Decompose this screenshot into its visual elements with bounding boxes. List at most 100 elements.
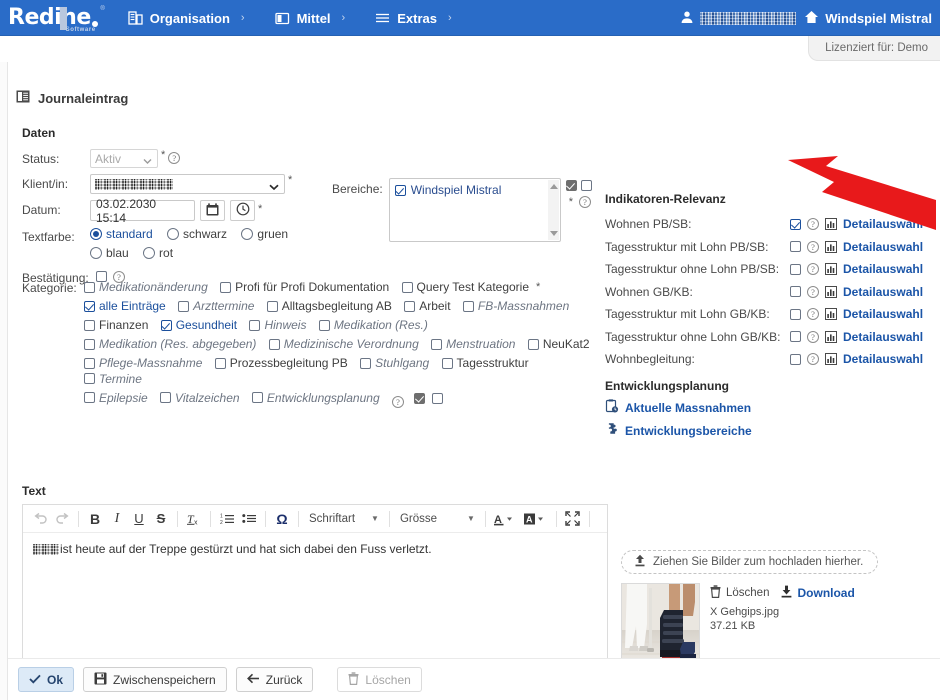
loeschen-button[interactable]: Löschen — [337, 667, 422, 692]
kategorie-item-neukat2[interactable]: NeuKat2 — [527, 337, 590, 351]
ordered-list-icon[interactable]: 12 — [216, 508, 238, 530]
indikator-help-icon[interactable]: ? — [807, 240, 819, 253]
datum-input[interactable]: 03.02.2030 15:14 — [90, 197, 195, 225]
indikator-help-icon[interactable]: ? — [807, 285, 819, 298]
indikator-checkbox[interactable] — [790, 331, 801, 343]
text-color-icon[interactable]: A — [491, 508, 521, 530]
font-family-dropdown[interactable]: Schriftart ▼ — [304, 513, 384, 525]
entwicklungsbereiche-link[interactable]: Entwicklungsbereiche — [605, 422, 905, 439]
redline-logo[interactable]: Redine ® Software — [8, 6, 105, 33]
calendar-button[interactable] — [200, 200, 225, 221]
kategorie-item-vitalzeichen[interactable]: Vitalzeichen — [160, 391, 240, 405]
detailauswahl-link[interactable]: Detailauswahl — [843, 240, 923, 254]
kategorie-item-arzttermine[interactable]: Arzttermine — [178, 299, 254, 313]
kategorie-select-all-checkbox[interactable] — [414, 393, 426, 404]
textfarbe-option-standard[interactable]: standard — [90, 227, 153, 241]
kategorie-select-none-checkbox[interactable] — [431, 393, 443, 404]
indikator-label: Wohnen PB/SB: — [605, 217, 692, 232]
redo-icon[interactable] — [51, 508, 73, 530]
indikator-checkbox[interactable] — [790, 286, 801, 298]
bereiche-scrollbar[interactable] — [547, 180, 559, 240]
kategorie-item-alltagsbegleitung-ab[interactable]: Alltagsbegleitung AB — [266, 299, 392, 313]
detailauswahl-link[interactable]: Detailauswahl — [843, 217, 923, 231]
bereiche-listbox[interactable]: Windspiel Mistral — [388, 178, 561, 242]
textfarbe-option-blau[interactable]: blau — [90, 246, 129, 260]
nav-item-mittel[interactable]: Mittel › — [274, 11, 345, 26]
zwischenspeichern-button[interactable]: Zwischenspeichern — [83, 667, 227, 692]
kategorie-item-query-test-kategorie[interactable]: Query Test Kategorie * — [401, 280, 544, 294]
indikator-checkbox[interactable] — [790, 263, 801, 275]
indikator-help-icon[interactable]: ? — [807, 218, 819, 231]
indikator-checkbox[interactable] — [790, 241, 801, 253]
nav-item-extras[interactable]: Extras › — [375, 11, 452, 26]
kategorie-item-medikationaenderung[interactable]: Medikationänderung — [84, 280, 208, 294]
italic-button[interactable]: I — [106, 508, 128, 530]
kategorie-item-epilepsie[interactable]: Epilepsie — [84, 391, 148, 405]
kategorie-item-entwicklungsplanung[interactable]: Entwicklungsplanung — [251, 391, 380, 405]
kategorie-item-fb-massnahmen[interactable]: FB-Massnahmen — [462, 299, 569, 313]
indikator-help-icon[interactable]: ? — [807, 353, 819, 366]
detailauswahl-link[interactable]: Detailauswahl — [843, 330, 923, 344]
font-size-dropdown[interactable]: Grösse ▼ — [395, 513, 480, 525]
attachment-thumbnail[interactable] — [621, 583, 700, 665]
bereiche-item-windspiel-mistral[interactable]: Windspiel Mistral — [394, 183, 555, 197]
kategorie-item-medizinische-verordnung[interactable]: Medizinische Verordnung — [268, 337, 419, 351]
ok-button[interactable]: Ok — [18, 667, 75, 692]
zurueck-button[interactable]: Zurück — [235, 667, 314, 692]
underline-button[interactable]: U — [128, 508, 150, 530]
detailauswahl-link[interactable]: Detailauswahl — [843, 285, 923, 299]
bold-button[interactable]: B — [84, 508, 106, 530]
indikator-help-icon[interactable]: ? — [807, 308, 819, 321]
bereiche-select-none-checkbox[interactable] — [580, 180, 592, 191]
detailauswahl-link[interactable]: Detailauswahl — [843, 262, 923, 276]
user-menu[interactable] — [680, 10, 797, 27]
time-button[interactable] — [230, 200, 255, 221]
kategorie-item-finanzen[interactable]: Finanzen — [84, 318, 148, 332]
klient-select[interactable] — [90, 174, 285, 194]
image-dropzone[interactable]: Ziehen Sie Bilder zum hochladen hierher. — [621, 550, 878, 574]
kategorie-item-pflege-massnahme[interactable]: Pflege-Massnahme — [84, 356, 202, 370]
indikator-checkbox[interactable] — [790, 218, 801, 230]
attachment-delete-button[interactable]: Löschen — [710, 585, 769, 601]
attachment-download-button[interactable]: Download — [781, 585, 855, 601]
status-help-icon[interactable]: ? — [168, 152, 181, 164]
strikethrough-button[interactable]: S — [150, 508, 172, 530]
kategorie-item-alle-eintraege[interactable]: alle Einträge — [84, 299, 166, 313]
aktuelle-massnahmen-link[interactable]: Aktuelle Massnahmen — [605, 399, 905, 416]
indikator-checkbox[interactable] — [790, 308, 801, 320]
indikator-help-icon[interactable]: ? — [807, 330, 819, 343]
kategorie-item-label: Tagesstruktur — [456, 356, 529, 370]
special-character-button[interactable]: Ω — [271, 508, 293, 530]
bereiche-select-all-checkbox[interactable] — [565, 180, 577, 191]
kategorie-item-profi-fuer-profi-dokumentation[interactable]: Profi für Profi Dokumentation — [220, 280, 389, 294]
kategorie-item-hinweis[interactable]: Hinweis — [249, 318, 306, 332]
kategorie-item-arbeit[interactable]: Arbeit — [404, 299, 451, 313]
status-select[interactable]: Aktiv — [90, 149, 158, 168]
kategorie-item-menstruation[interactable]: Menstruation — [431, 337, 515, 351]
nav-item-organisation[interactable]: Organisation › — [128, 11, 245, 26]
indikator-checkbox[interactable] — [790, 353, 801, 365]
scroll-down-icon[interactable] — [549, 231, 558, 236]
detailauswahl-link[interactable]: Detailauswahl — [843, 307, 923, 321]
kategorie-item-medikation-res[interactable]: Medikation (Res.) — [318, 318, 428, 332]
scroll-up-icon[interactable] — [549, 184, 558, 189]
kategorie-item-stuhlgang[interactable]: Stuhlgang — [360, 356, 429, 370]
textfarbe-option-gruen[interactable]: gruen — [241, 227, 288, 241]
kategorie-help-icon[interactable]: ? — [391, 396, 404, 408]
background-color-icon[interactable]: A — [521, 508, 551, 530]
kategorie-item-gesundheit[interactable]: Gesundheit — [160, 318, 237, 332]
home-link[interactable]: Windspiel Mistral — [804, 10, 932, 27]
detailauswahl-link[interactable]: Detailauswahl — [843, 352, 923, 366]
kategorie-item-prozessbegleitung-pb[interactable]: Prozessbegleitung PB — [214, 356, 348, 370]
remove-format-icon[interactable]: Tx — [183, 508, 205, 530]
fullscreen-icon[interactable] — [562, 508, 584, 530]
bereiche-help-icon[interactable]: ? — [578, 196, 591, 208]
kategorie-item-tagesstruktur[interactable]: Tagesstruktur — [441, 356, 529, 370]
textfarbe-option-schwarz[interactable]: schwarz — [167, 227, 227, 241]
kategorie-item-medikation-res-abgegeben[interactable]: Medikation (Res. abgegeben) — [84, 337, 256, 351]
bullet-list-icon[interactable] — [238, 508, 260, 530]
undo-icon[interactable] — [29, 508, 51, 530]
indikator-help-icon[interactable]: ? — [807, 263, 819, 276]
textfarbe-option-rot[interactable]: rot — [143, 246, 173, 260]
kategorie-item-termine[interactable]: Termine — [84, 372, 142, 386]
